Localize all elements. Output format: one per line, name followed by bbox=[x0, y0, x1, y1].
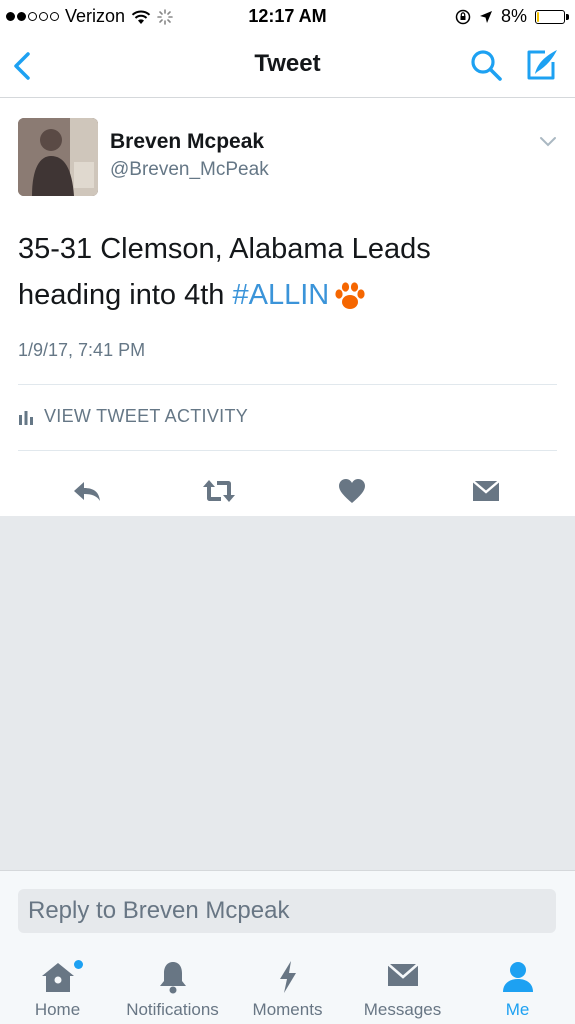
reply-input[interactable] bbox=[18, 889, 556, 933]
tab-bar: Home Notifications Moments Messages Me bbox=[0, 946, 575, 1024]
tab-me[interactable]: Me bbox=[460, 946, 575, 1024]
tweet-actions bbox=[0, 466, 575, 516]
direct-message-button[interactable] bbox=[456, 466, 516, 516]
status-bar: Verizon 12:17 AM 8% bbox=[0, 0, 575, 34]
reply-bar bbox=[0, 870, 575, 946]
divider bbox=[18, 384, 557, 385]
envelope-icon bbox=[472, 480, 500, 501]
tweet-timestamp: 1/9/17, 7:41 PM bbox=[18, 340, 146, 360]
lightning-icon bbox=[279, 961, 296, 993]
tab-messages[interactable]: Messages bbox=[345, 946, 460, 1024]
tweet-text: 35-31 Clemson, Alabama Leads heading int… bbox=[18, 226, 558, 318]
status-right-group: 8% bbox=[455, 6, 569, 27]
new-content-indicator bbox=[74, 960, 83, 969]
replies-area bbox=[0, 516, 575, 870]
rotation-lock-icon bbox=[455, 9, 471, 24]
avatar[interactable] bbox=[18, 118, 98, 196]
tab-label-messages: Messages bbox=[363, 1000, 442, 1019]
author-name[interactable]: Breven Mcpeak bbox=[110, 130, 264, 154]
tweet-text-line-2: heading into 4th #ALLIN bbox=[18, 272, 558, 318]
paw-print-icon bbox=[335, 282, 365, 310]
tab-label-me: Me bbox=[505, 1000, 530, 1019]
reply-icon bbox=[74, 482, 100, 501]
tab-label-moments: Moments bbox=[252, 1000, 323, 1019]
battery-percent: 8% bbox=[500, 6, 527, 26]
search-icon[interactable] bbox=[469, 48, 503, 82]
tab-label-home: Home bbox=[34, 1000, 81, 1019]
envelope-icon bbox=[386, 963, 419, 986]
tweet-text-line-2-prefix: heading into 4th bbox=[18, 279, 233, 311]
view-tweet-activity-button[interactable]: VIEW TWEET ACTIVITY bbox=[18, 406, 248, 427]
navigation-bar: Tweet bbox=[0, 34, 575, 98]
author-handle[interactable]: @Breven_McPeak bbox=[110, 159, 269, 181]
divider bbox=[18, 450, 557, 451]
compose-icon[interactable] bbox=[523, 46, 561, 84]
reply-button[interactable] bbox=[57, 466, 117, 516]
tweet-detail: Breven Mcpeak @Breven_McPeak 35-31 Clems… bbox=[0, 98, 575, 516]
bell-icon bbox=[159, 962, 186, 994]
retweet-icon bbox=[203, 480, 235, 502]
home-icon bbox=[41, 963, 74, 992]
battery-icon bbox=[535, 9, 569, 24]
avatar-photo bbox=[18, 118, 98, 196]
hashtag-link[interactable]: #ALLIN bbox=[232, 279, 329, 311]
tab-home[interactable]: Home bbox=[0, 946, 115, 1024]
location-arrow-icon bbox=[479, 10, 492, 23]
heart-icon bbox=[339, 479, 365, 503]
bar-chart-icon bbox=[19, 410, 33, 425]
tab-moments[interactable]: Moments bbox=[230, 946, 345, 1024]
view-tweet-activity-label: VIEW TWEET ACTIVITY bbox=[44, 406, 249, 426]
person-icon bbox=[502, 962, 533, 992]
tab-label-notifications: Notifications bbox=[126, 1000, 219, 1019]
tweet-text-line-1: 35-31 Clemson, Alabama Leads bbox=[18, 233, 431, 265]
chevron-down-icon[interactable] bbox=[539, 136, 557, 148]
like-button[interactable] bbox=[322, 466, 382, 516]
retweet-button[interactable] bbox=[189, 466, 249, 516]
tab-notifications[interactable]: Notifications bbox=[115, 946, 230, 1024]
